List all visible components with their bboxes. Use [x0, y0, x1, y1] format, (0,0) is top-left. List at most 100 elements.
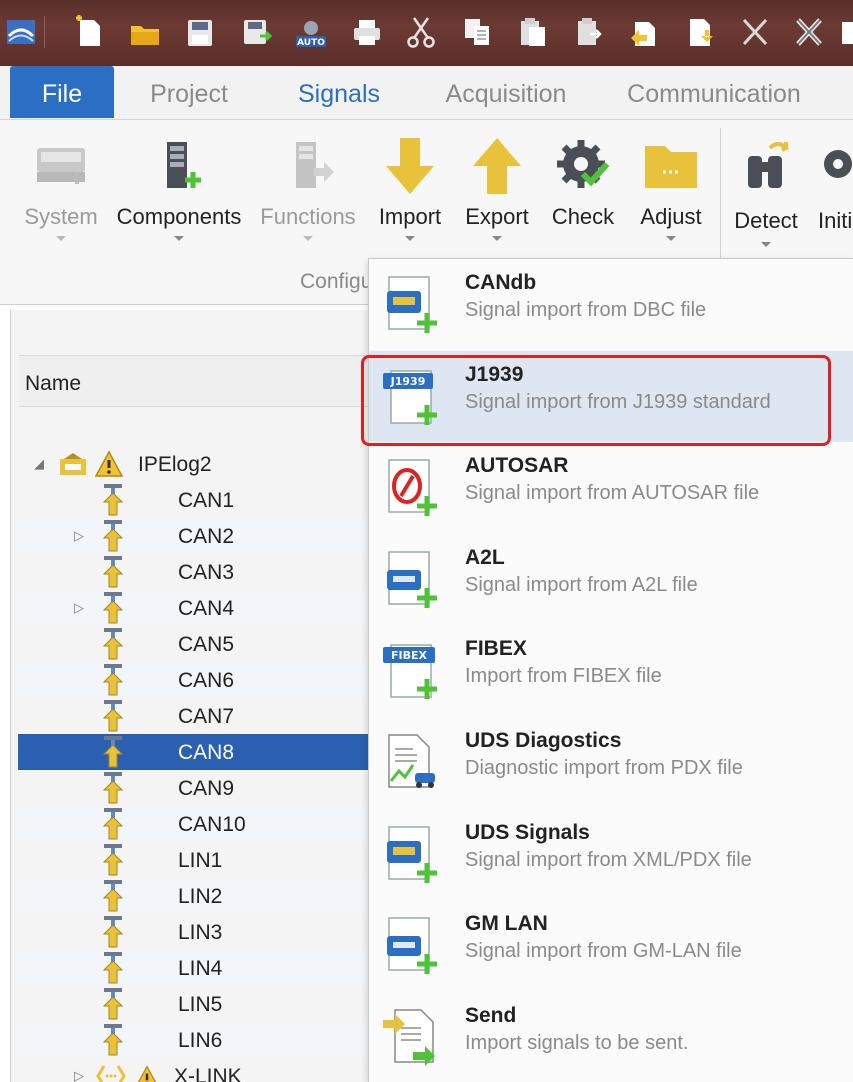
menu-item-uds-diagostics[interactable]: UDS Diagostics Diagnostic import from PDX… [369, 717, 853, 808]
tree-row[interactable]: ▷ CAN2 [18, 518, 370, 554]
tree-row[interactable]: CAN6 [18, 662, 370, 698]
menu-item-description: Signal import from GM-LAN file [465, 940, 742, 963]
tree-row[interactable]: CAN9 [18, 770, 370, 806]
quick-access-toolbar: AUTO [0, 0, 853, 66]
menu-item-title: AUTOSAR [465, 454, 569, 478]
dbc-import-icon [387, 276, 437, 333]
menu-item-description: Import from FIBEX file [465, 665, 662, 688]
tree-row[interactable]: CAN5 [18, 626, 370, 662]
tree-row-xlink[interactable]: ▷ X-LINK [18, 1058, 370, 1082]
export-label: Export [465, 204, 529, 229]
tree-row[interactable]: CAN7 [18, 698, 370, 734]
menu-item-description: Import signals to be sent. [465, 1031, 689, 1054]
tab-signals[interactable]: Signals [280, 66, 398, 118]
svg-text:FIBEX: FIBEX [391, 649, 428, 662]
tree-row[interactable]: CAN1 [18, 482, 370, 518]
add-file-icon[interactable] [683, 14, 717, 50]
tree-item-label: LIN3 [178, 921, 223, 944]
components-icon [167, 142, 201, 188]
menu-item-title: Send [465, 1003, 517, 1027]
tree-item-label: LIN5 [178, 993, 223, 1016]
cut-icon[interactable] [404, 14, 438, 50]
gear-check-icon [557, 140, 610, 188]
expander-collapsed-icon[interactable]: ▷ [74, 600, 84, 616]
detect-label: Detect [734, 208, 798, 233]
auto-icon[interactable]: AUTO [294, 14, 328, 50]
tab-communication[interactable]: Communication [620, 66, 808, 118]
uds-signals-import-icon [387, 825, 437, 883]
paste-icon[interactable] [516, 14, 550, 50]
menu-item-uds-signals[interactable]: UDS Signals Signal import from XML/PDX fi… [369, 809, 853, 900]
highlight-box [361, 355, 831, 446]
tree-row[interactable]: LIN4 [18, 950, 370, 986]
bus-channel-icon [102, 988, 124, 1020]
remove-icon[interactable] [792, 14, 826, 50]
expander-expanded-icon[interactable]: ◢ [34, 456, 44, 472]
expander-collapsed-icon[interactable]: ▷ [74, 1068, 84, 1082]
system-label: System [24, 204, 98, 229]
functions-icon [296, 142, 334, 188]
menu-item-fibex[interactable]: FIBEX FIBEX Import from FIBEX file [369, 625, 853, 716]
bus-channel-icon [102, 736, 124, 768]
export-button[interactable]: Export [458, 124, 536, 264]
bus-channel-icon [102, 628, 124, 660]
adjust-button[interactable]: Adjust [632, 124, 710, 264]
app-logo-icon[interactable] [4, 14, 38, 50]
tab-project[interactable]: Project [130, 66, 248, 118]
components-label: Components [116, 204, 242, 229]
save-icon[interactable] [183, 14, 217, 50]
tree-row[interactable]: LIN3 [18, 914, 370, 950]
save-as-icon[interactable] [240, 14, 274, 50]
add-item-icon[interactable] [627, 14, 661, 50]
tree-item-label: CAN8 [178, 741, 235, 764]
tree-row[interactable]: CAN3 [18, 554, 370, 590]
menu-item-title: UDS Diagostics [465, 729, 622, 752]
warning-icon [137, 1065, 157, 1082]
tree-row[interactable]: CAN10 [18, 806, 370, 842]
import-arrow-icon [386, 138, 434, 194]
import-button[interactable]: Import [372, 124, 448, 264]
functions-button[interactable]: Functions [258, 124, 358, 264]
initialize-button[interactable]: Initi [816, 124, 853, 264]
tree-row[interactable]: LIN2 [18, 878, 370, 914]
bus-channel-icon [102, 664, 124, 696]
chevron-down-icon [492, 236, 502, 241]
a2l-import-icon [387, 551, 437, 608]
delete-icon[interactable] [738, 14, 772, 50]
tree-row[interactable]: LIN5 [18, 986, 370, 1022]
chevron-down-icon [56, 236, 66, 241]
components-button[interactable]: Components [114, 124, 244, 264]
copy-icon[interactable] [460, 14, 494, 50]
chevron-down-icon [666, 236, 676, 241]
menu-item-autosar[interactable]: AUTOSAR Signal import from AUTOSAR file [369, 442, 853, 533]
menu-item-title: UDS Signals [465, 820, 590, 844]
menu-item-title: A2L [465, 545, 505, 569]
expander-collapsed-icon[interactable]: ▷ [74, 528, 84, 544]
adjust-label: Adjust [640, 204, 702, 229]
tree-item-label: CAN5 [178, 633, 235, 656]
gmlan-import-icon [387, 917, 437, 975]
column-header-name[interactable]: Name [19, 355, 379, 407]
print-icon[interactable] [350, 14, 384, 50]
tree-row[interactable]: ▷ CAN4 [18, 590, 370, 626]
tree-row-root[interactable]: ◢ IPElog2 [18, 446, 370, 482]
tab-acquisition[interactable]: Acquisition [432, 66, 580, 118]
tab-file[interactable]: File [10, 66, 114, 118]
check-button[interactable]: Check [546, 124, 620, 264]
menu-item-gm-lan[interactable]: GM LAN Signal import from GM-LAN file [369, 900, 853, 991]
menu-item-send[interactable]: Send Import signals to be sent. [369, 992, 853, 1082]
overflow-icon[interactable] [840, 14, 853, 50]
fibex-import-icon: FIBEX [383, 644, 437, 700]
system-button[interactable]: System [18, 124, 104, 264]
tree-row[interactable]: LIN6 [18, 1022, 370, 1058]
menu-item-candb[interactable]: CANdb Signal import from DBC file [369, 259, 853, 350]
new-document-icon[interactable] [72, 14, 106, 50]
menu-item-a2l[interactable]: A2L Signal import from A2L file [369, 534, 853, 625]
menu-item-description: Signal import from AUTOSAR file [465, 482, 760, 505]
tree-row[interactable]: LIN1 [18, 842, 370, 878]
detect-button[interactable]: Detect [728, 124, 804, 264]
tree-row[interactable]: CAN8 [18, 734, 370, 770]
open-folder-icon[interactable] [128, 14, 162, 50]
paste-special-icon[interactable] [572, 14, 606, 50]
tree-item-label: LIN1 [178, 849, 223, 872]
